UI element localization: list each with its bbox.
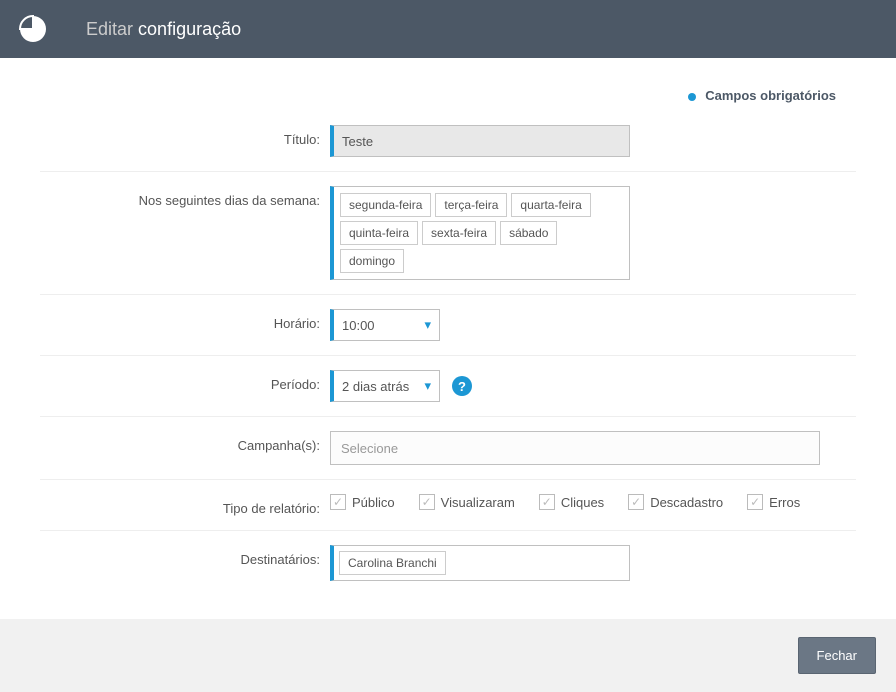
report-type-checkboxes: ✓ Público ✓ Visualizaram ✓ Cliques ✓ Des… xyxy=(330,494,800,510)
label-campanhas: Campanha(s): xyxy=(40,431,330,453)
label-tipo-relatorio: Tipo de relatório: xyxy=(40,494,330,516)
destinatarios-multiselect[interactable]: Carolina Branchi xyxy=(330,545,630,581)
checkbox-label: Erros xyxy=(769,495,800,510)
campanhas-select[interactable]: Selecione xyxy=(330,431,820,465)
label-destinatarios: Destinatários: xyxy=(40,545,330,567)
horario-value: 10:00 xyxy=(342,318,375,333)
row-titulo: Título: xyxy=(40,125,856,172)
label-dias: Nos seguintes dias da semana: xyxy=(40,186,330,208)
days-multiselect[interactable]: segunda-feira terça-feira quarta-feira q… xyxy=(330,186,630,280)
periodo-value: 2 dias atrás xyxy=(342,379,409,394)
required-legend: Campos obrigatórios xyxy=(40,88,856,103)
row-campanhas: Campanha(s): Selecione xyxy=(40,431,856,480)
row-periodo: Período: 2 dias atrás ▾ ? xyxy=(40,370,856,417)
horario-select[interactable]: 10:00 ▾ xyxy=(330,309,440,341)
recipient-tag[interactable]: Carolina Branchi xyxy=(339,551,446,575)
required-legend-text: Campos obrigatórios xyxy=(705,88,836,103)
title-bold: configuração xyxy=(138,19,241,39)
day-tag[interactable]: domingo xyxy=(340,249,404,273)
day-tag[interactable]: sexta-feira xyxy=(422,221,496,245)
periodo-select[interactable]: 2 dias atrás ▾ xyxy=(330,370,440,402)
modal-header: Editar configuração xyxy=(0,0,896,58)
day-tag[interactable]: quinta-feira xyxy=(340,221,418,245)
checkbox-icon: ✓ xyxy=(628,494,644,510)
checkbox-icon: ✓ xyxy=(539,494,555,510)
help-icon[interactable]: ? xyxy=(452,376,472,396)
day-tag[interactable]: segunda-feira xyxy=(340,193,431,217)
label-titulo: Título: xyxy=(40,125,330,147)
checkbox-descadastro[interactable]: ✓ Descadastro xyxy=(628,494,723,510)
checkbox-icon: ✓ xyxy=(330,494,346,510)
titulo-input[interactable] xyxy=(330,125,630,157)
title-prefix: Editar xyxy=(86,19,133,39)
required-dot-icon xyxy=(688,93,696,101)
modal-title: Editar configuração xyxy=(86,19,241,40)
modal-body: Campos obrigatórios Título: Nos seguinte… xyxy=(0,58,896,619)
checkbox-label: Público xyxy=(352,495,395,510)
checkbox-label: Cliques xyxy=(561,495,604,510)
checkbox-icon: ✓ xyxy=(747,494,763,510)
day-tag[interactable]: sábado xyxy=(500,221,557,245)
label-horario: Horário: xyxy=(40,309,330,331)
modal-footer: Fechar xyxy=(0,619,896,692)
row-dias: Nos seguintes dias da semana: segunda-fe… xyxy=(40,186,856,295)
label-periodo: Período: xyxy=(40,370,330,392)
checkbox-visualizaram[interactable]: ✓ Visualizaram xyxy=(419,494,515,510)
close-button[interactable]: Fechar xyxy=(798,637,876,674)
brand-logo xyxy=(0,0,66,58)
checkbox-cliques[interactable]: ✓ Cliques xyxy=(539,494,604,510)
checkbox-label: Descadastro xyxy=(650,495,723,510)
row-destinatarios: Destinatários: Carolina Branchi xyxy=(40,545,856,595)
checkbox-label: Visualizaram xyxy=(441,495,515,510)
day-tag[interactable]: terça-feira xyxy=(435,193,507,217)
chevron-down-icon: ▾ xyxy=(424,378,431,394)
chevron-down-icon: ▾ xyxy=(424,317,431,333)
pie-logo-icon xyxy=(18,14,48,44)
checkbox-icon: ✓ xyxy=(419,494,435,510)
day-tag[interactable]: quarta-feira xyxy=(511,193,590,217)
campanhas-placeholder: Selecione xyxy=(341,441,398,456)
row-tipo-relatorio: Tipo de relatório: ✓ Público ✓ Visualiza… xyxy=(40,494,856,531)
checkbox-erros[interactable]: ✓ Erros xyxy=(747,494,800,510)
checkbox-publico[interactable]: ✓ Público xyxy=(330,494,395,510)
row-horario: Horário: 10:00 ▾ xyxy=(40,309,856,356)
